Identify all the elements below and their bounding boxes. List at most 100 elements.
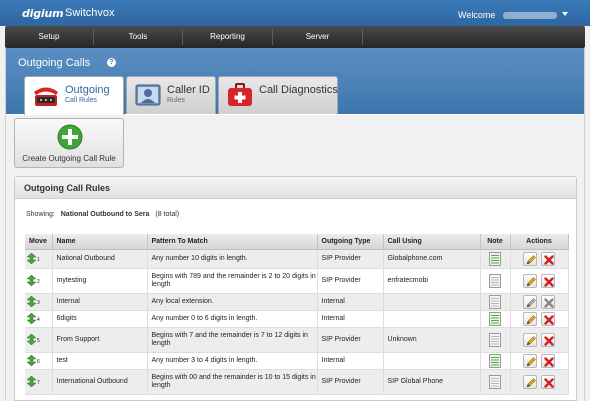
move-handle[interactable]: 2: [25, 268, 53, 294]
delete-x-icon: [544, 314, 554, 325]
row-number: 3: [37, 300, 40, 306]
actions-cell: [510, 352, 569, 370]
rule-outgoing-type: SIP Provider: [317, 249, 384, 269]
actions-cell: [510, 310, 569, 328]
edit-button[interactable]: [523, 273, 537, 288]
table-row: 5 From Support Begins with 7 and the remai…: [25, 327, 569, 353]
row-number: 5: [37, 338, 40, 344]
note-cell[interactable]: [480, 310, 511, 328]
actions-cell: [510, 369, 569, 395]
note-icon[interactable]: [489, 251, 501, 266]
note-cell[interactable]: [480, 249, 511, 269]
pencil-icon: [526, 276, 536, 286]
move-handle[interactable]: 5: [25, 327, 53, 353]
column-header-note: Note: [480, 234, 511, 250]
delete-x-icon: [544, 356, 554, 367]
move-arrows-icon: [26, 375, 37, 388]
note-cell[interactable]: [480, 327, 511, 353]
delete-button[interactable]: [541, 294, 555, 309]
table-row: 3 Internal Any local extension. Internal: [25, 293, 569, 311]
delete-x-icon: [544, 377, 554, 388]
rule-name: test: [52, 352, 148, 370]
page-title: Outgoing Calls: [18, 57, 91, 69]
product-name: Switchvox: [65, 7, 115, 19]
rule-name: National Outbound: [52, 249, 148, 269]
delete-button[interactable]: [541, 311, 555, 326]
rule-pattern: Any number 0 to 6 digits in length.: [147, 310, 318, 328]
tab-label: Caller ID: [167, 84, 210, 96]
move-handle[interactable]: 3: [25, 293, 53, 311]
note-cell[interactable]: [480, 293, 511, 311]
delete-button[interactable]: [541, 374, 555, 389]
column-header-call-using[interactable]: Call Using: [383, 234, 481, 250]
table-row: 6 test Any number 3 to 4 digits in length.…: [25, 352, 569, 370]
rule-call-using: [383, 310, 481, 328]
tab-outgoing-call-rules[interactable]: Outgoing Call Rules: [24, 76, 124, 116]
tab-call-diagnostics[interactable]: Call Diagnostics: [218, 76, 338, 114]
note-icon[interactable]: [489, 294, 501, 309]
row-number: 6: [37, 359, 40, 365]
edit-button[interactable]: [523, 251, 537, 266]
welcome-text: Welcome: [458, 10, 496, 20]
actions-cell: [510, 249, 569, 269]
user-email-menu[interactable]: [503, 12, 557, 19]
nav-reporting[interactable]: Reporting: [183, 26, 272, 48]
move-handle[interactable]: 6: [25, 352, 53, 370]
note-cell[interactable]: [480, 369, 511, 395]
note-icon[interactable]: [489, 311, 501, 326]
help-icon[interactable]: ?: [107, 58, 116, 67]
nav-setup[interactable]: Setup: [5, 26, 93, 48]
delete-button[interactable]: [541, 332, 555, 347]
rule-name: Internal: [52, 293, 148, 311]
main-nav: Setup Tools Reporting Server: [5, 26, 585, 48]
delete-x-icon: [544, 254, 554, 265]
edit-button[interactable]: [523, 332, 537, 347]
rule-name: mytesting: [52, 268, 148, 294]
nav-server[interactable]: Server: [273, 26, 362, 48]
delete-x-icon: [544, 276, 554, 287]
table-header-row: Move Name Pattern To Match Outgoing Type…: [25, 234, 569, 250]
delete-button[interactable]: [541, 251, 555, 266]
column-header-pattern[interactable]: Pattern To Match: [147, 234, 318, 250]
pencil-icon: [526, 377, 536, 387]
move-arrows-icon: [26, 354, 37, 367]
create-outgoing-call-rule-button[interactable]: Create Outgoing Call Rule: [14, 118, 124, 168]
rule-pattern: Any number 10 digits in length.: [147, 249, 318, 269]
showing-total: (8 total): [155, 211, 180, 218]
rule-call-using: SIP Global Phone: [383, 369, 481, 395]
note-cell[interactable]: [480, 268, 511, 294]
note-icon[interactable]: [489, 273, 501, 288]
delete-button[interactable]: [541, 353, 555, 368]
top-bar: digium Switchvox Welcome: [0, 0, 590, 26]
rule-outgoing-type: SIP Provider: [317, 268, 384, 294]
edit-button[interactable]: [523, 311, 537, 326]
row-number: 1: [37, 257, 40, 263]
note-icon[interactable]: [489, 353, 501, 368]
rule-outgoing-type: SIP Provider: [317, 369, 384, 395]
tab-label: Call Diagnostics: [259, 84, 338, 96]
column-header-move[interactable]: Move: [25, 234, 53, 250]
edit-button[interactable]: [523, 374, 537, 389]
move-handle[interactable]: 4: [25, 310, 53, 328]
tab-caller-id-rules[interactable]: Caller ID Rules: [126, 76, 216, 114]
note-icon[interactable]: [489, 374, 501, 389]
edit-button[interactable]: [523, 353, 537, 368]
column-header-actions: Actions: [510, 234, 569, 250]
caller-id-icon: [135, 84, 161, 106]
edit-button[interactable]: [523, 294, 537, 309]
nav-tools[interactable]: Tools: [94, 26, 182, 48]
rule-outgoing-type: Internal: [317, 293, 384, 311]
column-header-name[interactable]: Name: [52, 234, 148, 250]
delete-button[interactable]: [541, 273, 555, 288]
move-arrows-icon: [26, 312, 37, 325]
column-header-outgoing-type[interactable]: Outgoing Type: [317, 234, 384, 250]
move-handle[interactable]: 1: [25, 249, 53, 269]
note-icon[interactable]: [489, 332, 501, 347]
move-handle[interactable]: 7: [25, 369, 53, 395]
phone-icon: [34, 87, 58, 106]
note-cell[interactable]: [480, 352, 511, 370]
pencil-icon: [526, 356, 536, 366]
pencil-icon: [526, 297, 536, 307]
chevron-down-icon[interactable]: [562, 12, 568, 16]
rule-pattern: Begins with 00 and the remainder is 10 t…: [147, 369, 318, 395]
